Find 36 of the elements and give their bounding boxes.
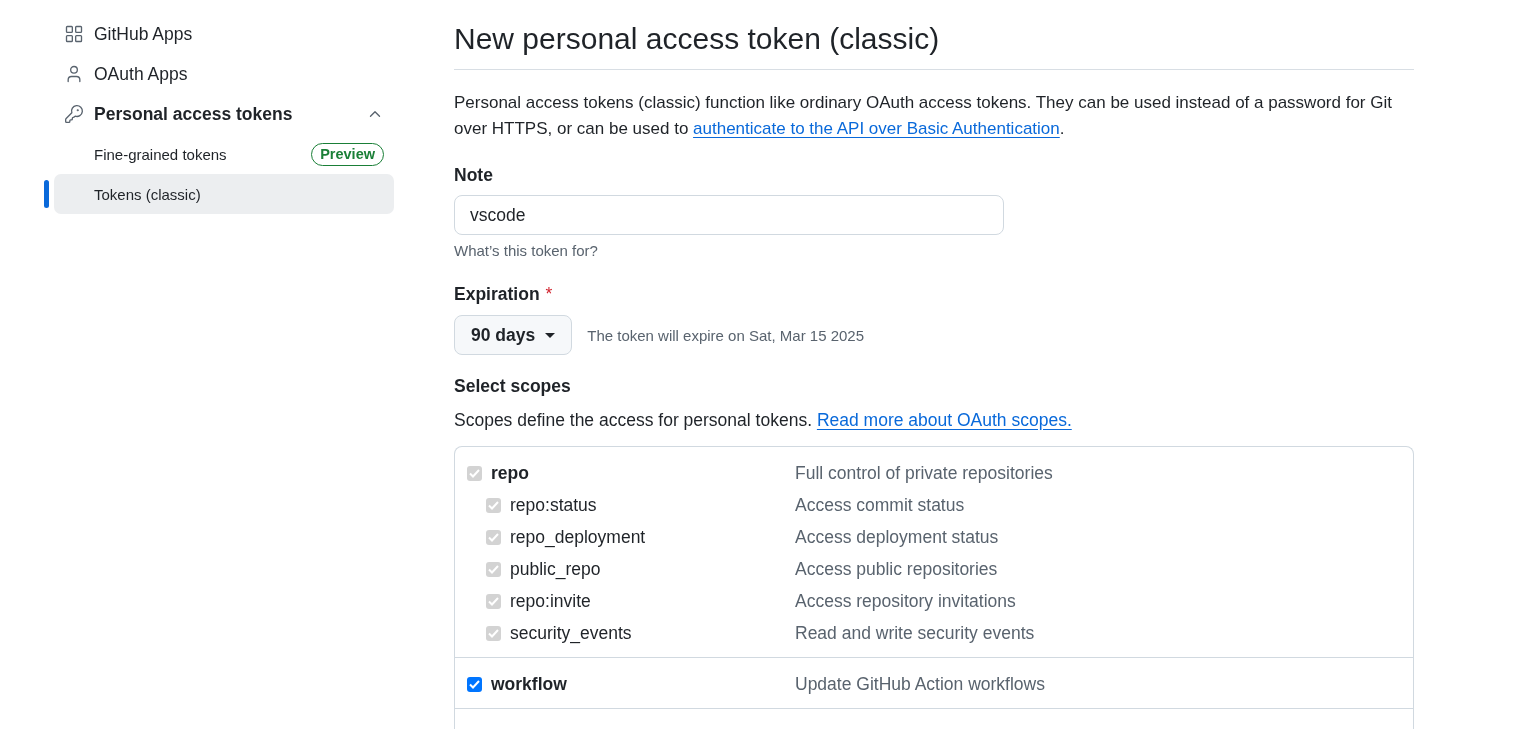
scope-name: repo:invite — [510, 590, 591, 612]
scope-name: security_events — [510, 622, 632, 644]
caret-icon — [545, 332, 556, 338]
scope-description: Read and write security events — [795, 622, 1035, 644]
checkbox[interactable] — [467, 676, 482, 692]
apps-grid-icon — [64, 24, 84, 44]
scope-description: Access public repositories — [795, 558, 998, 580]
page-title: New personal access token (classic) — [454, 16, 1414, 70]
note-input[interactable]: vscode — [454, 195, 1004, 235]
api-auth-link[interactable]: authenticate to the API over Basic Authentication — [693, 119, 1060, 138]
scope-name: repo — [491, 462, 529, 484]
scopes-label: Select scopes — [454, 375, 571, 398]
intro-text: Personal access tokens (classic) function like ordinary OAuth access tokens. They can be used instead of a password for Git over HTTPS, or can be used to authenticate to the API over Basic Authentication. — [454, 92, 1393, 140]
scopes-description: Scopes define the access for personal tokens. Read more about OAuth scopes. — [454, 409, 1073, 432]
scope-description: Access deployment status — [795, 526, 999, 548]
scope-description: Access commit status — [795, 494, 965, 516]
selection-indicator — [44, 180, 49, 208]
oauth-scopes-link[interactable]: Read more about OAuth scopes. — [816, 410, 1072, 430]
required-mark: * — [545, 283, 553, 306]
scope-name: workflow — [491, 673, 567, 695]
note-hint: What’s this token for? — [454, 241, 599, 261]
scope-description: Full control of private repositories — [795, 462, 1053, 484]
scope-name: repo_deployment — [510, 526, 646, 548]
scope-name: public_repo — [510, 558, 601, 580]
key-icon — [64, 104, 84, 124]
expiration-message: The token will expire on Sat, Mar 15 2025 — [587, 326, 865, 344]
scope-description: Access repository invitations — [795, 590, 1016, 612]
scope-name: repo:status — [510, 494, 597, 516]
sidebar-item[interactable]: GitHub Apps — [54, 14, 394, 54]
note-label: Note — [454, 164, 493, 187]
sidebar-item[interactable]: Personal access tokens — [54, 94, 394, 134]
sidebar-item[interactable]: OAuth Apps — [54, 54, 394, 94]
expiration-dropdown[interactable]: 90 days — [454, 315, 573, 355]
scope-description: Update GitHub Action workflows — [795, 673, 1045, 695]
expiration-label: Expiration — [454, 283, 540, 306]
sidebar-item[interactable]: Fine-grained tokens Preview — [54, 134, 394, 174]
